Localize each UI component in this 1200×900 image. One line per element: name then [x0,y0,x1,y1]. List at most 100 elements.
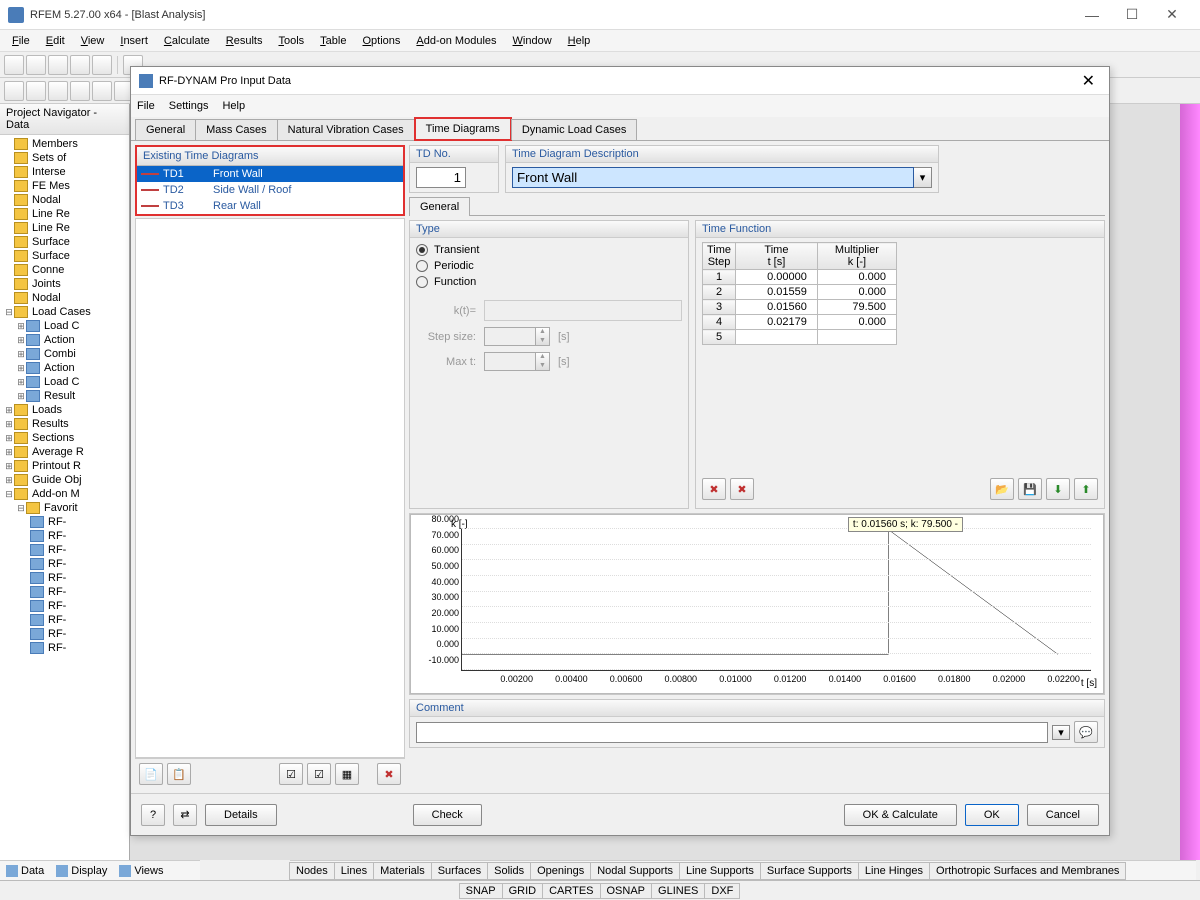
nav-load-cases[interactable]: ⊟Load Cases [2,305,127,319]
sort-icon[interactable]: ▦ [335,763,359,785]
help-icon[interactable]: ? [141,804,165,826]
status-toggle[interactable]: SNAP [459,883,503,899]
td-list-row[interactable]: TD2Side Wall / Roof [137,182,403,198]
nav-rf-item[interactable]: RF- [2,543,127,557]
nav-favorit[interactable]: ⊟Favorit [2,501,127,515]
bottom-tab[interactable]: Materials [373,862,432,880]
tf-delete-all-icon[interactable]: ✖ [730,478,754,500]
tb-new-icon[interactable] [4,55,24,75]
nav-rf-item[interactable]: RF- [2,599,127,613]
tab-general[interactable]: General [135,119,196,140]
bottom-tab[interactable]: Solids [487,862,531,880]
status-toggle[interactable]: OSNAP [600,883,653,899]
menu-insert[interactable]: Insert [112,33,156,49]
nav-rf-item[interactable]: RF- [2,515,127,529]
check-button[interactable]: Check [413,804,482,826]
copy-item-icon[interactable]: 📋 [167,763,191,785]
comment-pick-icon[interactable]: 💬 [1074,721,1098,743]
bottom-tab[interactable]: Surfaces [431,862,488,880]
viewport-3d[interactable] [1180,104,1200,860]
subtab-general[interactable]: General [409,197,470,216]
tb-save-icon[interactable] [48,55,68,75]
bottom-tab[interactable]: Line Hinges [858,862,930,880]
nav-item[interactable]: ⊞Action [2,361,127,375]
nav-item[interactable]: ⊞Result [2,389,127,403]
tb2-icon[interactable] [26,81,46,101]
menu-calculate[interactable]: Calculate [156,33,218,49]
check-icon[interactable]: ☑ [279,763,303,785]
menu-file[interactable]: File [4,33,38,49]
nav-addon[interactable]: ⊟Add-on M [2,487,127,501]
time-function-table[interactable]: TimeStep Timet [s] Multiplierk [-] 10.00… [702,242,897,345]
tb2-icon[interactable] [70,81,90,101]
nav-item[interactable]: ⊞Results [2,417,127,431]
tb-print-icon[interactable] [92,55,112,75]
radio-transient[interactable]: Transient [416,242,682,258]
nav-item[interactable]: Nodal [2,291,127,305]
menu-options[interactable]: Options [354,33,408,49]
bottom-tab[interactable]: Openings [530,862,591,880]
tf-excel-import-icon[interactable]: ⬆ [1074,478,1098,500]
nav-item[interactable]: Nodal [2,193,127,207]
menu-view[interactable]: View [73,33,113,49]
tb-saveall-icon[interactable] [70,55,90,75]
bottom-tab[interactable]: Lines [334,862,374,880]
details-button[interactable]: Details [205,804,277,826]
delete-icon[interactable]: ✖ [377,763,401,785]
td-list-row[interactable]: TD3Rear Wall [137,198,403,214]
tf-row[interactable]: 20.015590.000 [703,285,897,300]
nav-item[interactable]: ⊞Sections [2,431,127,445]
nav-item[interactable]: Members [2,137,127,151]
dmenu-file[interactable]: File [137,100,155,112]
dialog-close-button[interactable]: ✕ [1076,71,1101,91]
bottom-tab[interactable]: Orthotropic Surfaces and Membranes [929,862,1126,880]
td-desc-input[interactable] [512,167,914,188]
nav-item[interactable]: Surface [2,249,127,263]
tab-dyn-load[interactable]: Dynamic Load Cases [511,119,638,140]
nav-rf-item[interactable]: RF- [2,627,127,641]
nav-item[interactable]: ⊞Average R [2,445,127,459]
nav-item[interactable]: Interse [2,165,127,179]
navtab-views[interactable]: Views [113,863,169,879]
nav-item[interactable]: ⊞Load C [2,319,127,333]
nav-item[interactable]: ⊞Loads [2,403,127,417]
tb2-icon[interactable] [48,81,68,101]
nav-item[interactable]: ⊞Guide Obj [2,473,127,487]
new-item-icon[interactable]: 📄 [139,763,163,785]
status-toggle[interactable]: GRID [502,883,544,899]
menu-addon[interactable]: Add-on Modules [408,33,504,49]
tf-delete-row-icon[interactable]: ✖ [702,478,726,500]
tf-row[interactable]: 40.021790.000 [703,315,897,330]
bottom-tab[interactable]: Nodal Supports [590,862,680,880]
nav-item[interactable]: Line Re [2,221,127,235]
menu-tools[interactable]: Tools [270,33,312,49]
dmenu-settings[interactable]: Settings [169,100,209,112]
menu-help[interactable]: Help [560,33,599,49]
status-toggle[interactable]: CARTES [542,883,600,899]
nav-item[interactable]: ⊞Printout R [2,459,127,473]
nav-item[interactable]: FE Mes [2,179,127,193]
tf-row[interactable]: 10.000000.000 [703,270,897,285]
nav-rf-item[interactable]: RF- [2,613,127,627]
maximize-button[interactable]: ☐ [1112,6,1152,23]
nav-item[interactable]: Line Re [2,207,127,221]
comment-dropdown-icon[interactable]: ▾ [1052,725,1070,740]
tb2-icon[interactable] [92,81,112,101]
nav-rf-item[interactable]: RF- [2,585,127,599]
radio-periodic[interactable]: Periodic [416,258,682,274]
cancel-button[interactable]: Cancel [1027,804,1099,826]
tab-mass-cases[interactable]: Mass Cases [195,119,278,140]
nav-rf-item[interactable]: RF- [2,571,127,585]
close-button[interactable]: ✕ [1152,6,1192,23]
tf-row[interactable]: 5 [703,330,897,345]
comment-input[interactable] [416,722,1048,743]
nav-item[interactable]: ⊞Load C [2,375,127,389]
tf-save-icon[interactable]: 💾 [1018,478,1042,500]
radio-function[interactable]: Function [416,274,682,290]
td-no-input[interactable] [416,167,466,188]
tb2-icon[interactable] [4,81,24,101]
tf-row[interactable]: 30.0156079.500 [703,300,897,315]
menu-window[interactable]: Window [505,33,560,49]
nav-item[interactable]: Joints [2,277,127,291]
nav-rf-item[interactable]: RF- [2,529,127,543]
